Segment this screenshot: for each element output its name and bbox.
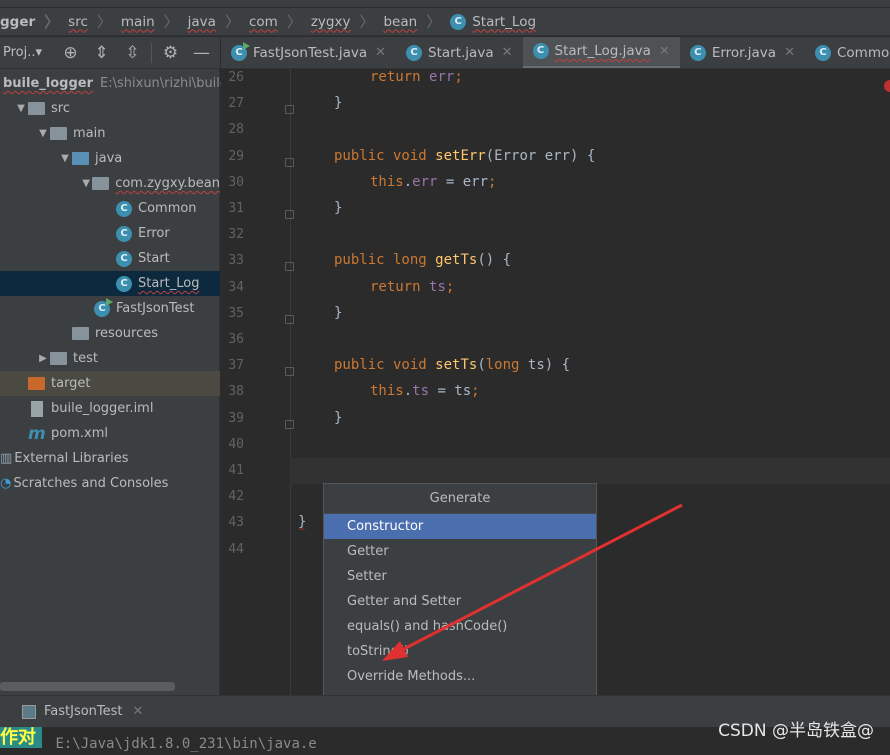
close-run-tab-icon[interactable]: ✕ — [133, 704, 144, 719]
run-tab[interactable]: FastJsonTest — [44, 704, 123, 719]
horizontal-scrollbar[interactable] — [0, 682, 175, 691]
arrow-head — [382, 641, 408, 661]
watermark: CSDN @半岛铁盒@ — [718, 721, 874, 741]
console-prefix: 作对 — [0, 727, 42, 748]
annotation-arrow — [382, 503, 683, 661]
arrow-shaft — [397, 503, 683, 654]
run-console-icon — [22, 704, 36, 719]
console-line: E:\Java\jdk1.8.0_231\bin\java.e — [55, 736, 317, 752]
